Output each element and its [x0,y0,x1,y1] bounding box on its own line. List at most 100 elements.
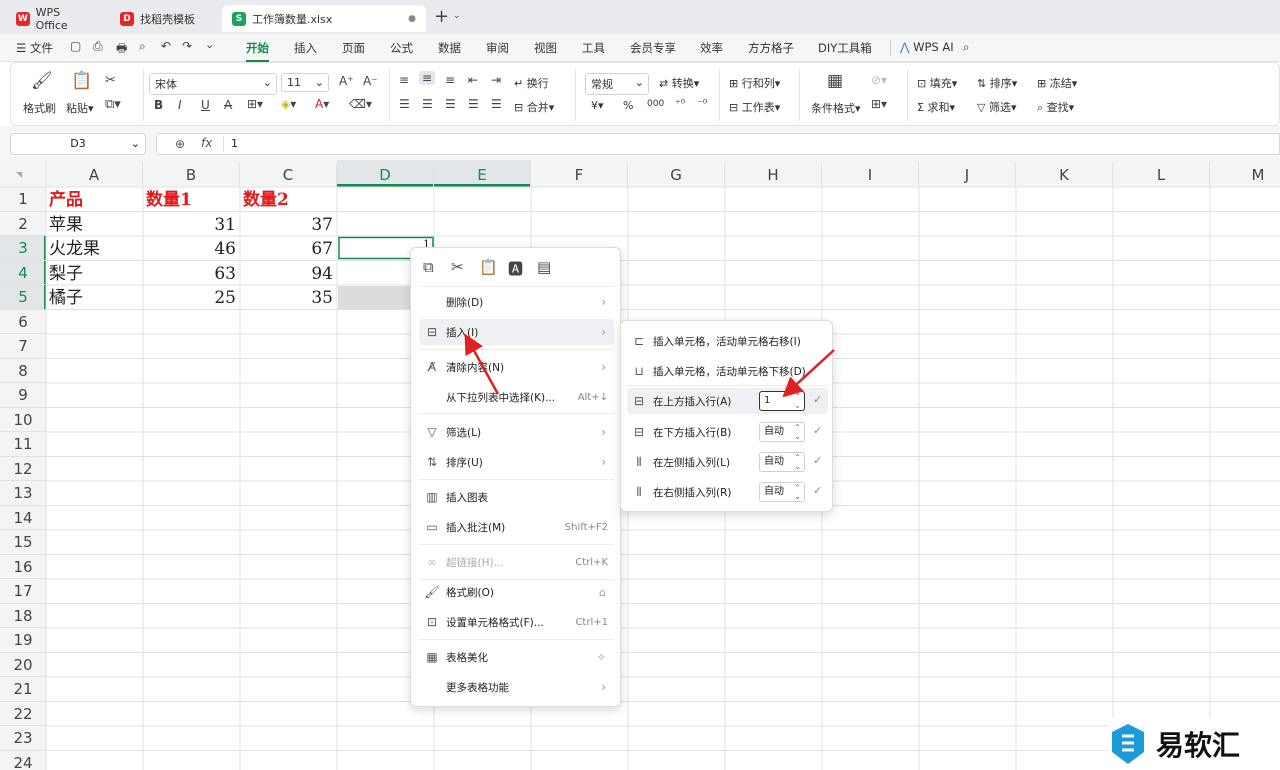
ctx-insert-comment[interactable]: ▭ 插入批注(M) Shift+F2 [419,514,614,540]
cond-format-button[interactable]: 条件格式▾ [811,100,861,116]
freeze-button[interactable]: ⊞ 冻结▾ [1037,75,1077,91]
currency-button[interactable]: ¥▾ [591,99,604,112]
paste-button[interactable]: 粘贴▾ [66,100,94,116]
row-header[interactable]: 13 [0,481,46,506]
convert-button[interactable]: ⇄ 转换▾ [659,75,699,91]
font-color-icon[interactable]: A▾ [315,97,329,111]
menu-item-review[interactable]: 审阅 [486,40,509,56]
cell-style-icon[interactable]: ⊘▾ [871,73,887,87]
row-header[interactable]: 3 [0,236,46,261]
print-preview-icon[interactable]: ⌕ [139,39,146,54]
search-icon[interactable]: ⌕ [963,40,969,55]
tab-workbook[interactable]: S 工作簿数量.xlsx ● [222,5,426,32]
format-painter-big-icon[interactable]: 🖌 [31,71,53,91]
row-header[interactable]: 20 [0,653,46,677]
row-header[interactable]: 4 [0,261,46,285]
percent-button[interactable]: % [623,99,633,112]
format-painter-quick-icon[interactable]: ⌂ [599,586,606,599]
paste-icon[interactable]: 📋 [479,258,498,276]
row-col-button[interactable]: ⊞ 行和列▾ [729,75,780,91]
menu-item-page[interactable]: 页面 [342,40,365,56]
border-icon[interactable]: ⊞▾ [247,97,263,111]
cell-b2[interactable]: 31 [143,212,240,236]
cell-c5[interactable]: 35 [240,285,337,309]
confirm-check-icon[interactable]: ✓ [813,484,822,497]
cell-a1[interactable]: 产品 [49,187,141,211]
col-left-count-input[interactable]: 自动 ⌃ ⌄ [759,452,805,472]
row-header[interactable]: 2 [0,212,46,236]
tab-docer[interactable]: D 找稻壳模板 [110,5,218,32]
menu-item-home[interactable]: 开始 [246,40,269,62]
decimal-decrease-icon[interactable]: ⁻⁰ [697,97,707,110]
justify-icon[interactable]: ☰ [468,97,479,111]
cell-b3[interactable]: 46 [143,236,240,260]
paste-special-icon[interactable]: ▤ [537,258,551,276]
spinner-icon[interactable]: ⌃ ⌄ [794,453,801,471]
formula-input[interactable]: ⊕ fx 1 [156,133,1280,155]
align-middle-icon[interactable]: ≡ [419,71,436,85]
menu-item-data[interactable]: 数据 [438,40,461,56]
spinner-icon[interactable]: ⌃ ⌄ [794,483,801,501]
row-header[interactable]: 7 [0,334,46,359]
cut-icon[interactable]: ✂ [105,73,116,88]
sub-insert-row-below[interactable]: ⊟ 在下方插入行(B) 自动 ⌃ ⌄ ✓ [627,419,828,445]
cell-b5[interactable]: 25 [143,285,240,309]
menu-item-formula[interactable]: 公式 [390,40,413,56]
sub-insert-row-above[interactable]: ⊟ 在上方插入行(A) 1 ⌃ ⌄ ✓ [627,388,828,414]
tab-dropdown-icon[interactable]: ⌄ [453,11,461,21]
find-button[interactable]: ⌕ 查找▾ [1037,99,1074,115]
row-header[interactable]: 12 [0,457,46,481]
sub-insert-cells-down[interactable]: ⊔ 插入单元格，活动单元格下移(D) [627,358,828,384]
ctx-pick-from-list[interactable]: 从下拉列表中选择(K)... Alt+↓ [419,384,614,410]
row-header[interactable]: 24 [0,751,46,770]
menu-item-diy[interactable]: DIY工具箱 [818,40,872,56]
wrap-button[interactable]: ↵ 换行 [514,75,549,91]
bold-icon[interactable]: B [154,98,163,112]
cell-a5[interactable]: 橘子 [49,285,141,309]
align-top-icon[interactable]: ≡ [399,73,409,87]
distributed-icon[interactable]: ☰ [491,97,502,111]
spinner-icon[interactable]: ⌃ ⌄ [794,392,801,410]
column-header-h[interactable]: H [725,163,822,187]
row-header[interactable]: 22 [0,702,46,726]
cell-c1[interactable]: 数量2 [243,187,335,211]
row-header[interactable]: 8 [0,359,46,383]
indent-increase-icon[interactable]: ⇥ [491,73,501,87]
col-right-count-input[interactable]: 自动 ⌃ ⌄ [759,482,805,502]
column-header-a[interactable]: A [46,163,143,187]
redo-icon[interactable]: ↷ [182,39,192,53]
ctx-insert-chart[interactable]: ▥ 插入图表 [419,484,614,510]
column-header-j[interactable]: J [919,163,1016,187]
column-header-m[interactable]: M [1210,163,1280,187]
italic-icon[interactable]: I [178,98,182,112]
ctx-clear[interactable]: A̸ 清除内容(N) › [419,354,614,380]
ctx-more-table[interactable]: 更多表格功能 › [419,674,614,700]
cell-a3[interactable]: 火龙果 [49,236,141,260]
thousands-button[interactable]: 000 [647,99,664,109]
confirm-check-icon[interactable]: ✓ [813,393,822,406]
row-header[interactable]: 9 [0,383,46,408]
row-below-count-input[interactable]: 自动 ⌃ ⌄ [759,422,805,442]
spinner-icon[interactable]: ⌃ ⌄ [794,423,801,441]
sub-insert-cells-right[interactable]: ⊏ 插入单元格，活动单元格右移(I) [627,328,828,354]
print-icon[interactable]: 🖶 [116,39,127,60]
sum-button[interactable]: Σ 求和▾ [917,99,955,115]
merge-button[interactable]: ⊟ 合并▾ [514,99,554,115]
unsaved-dot-icon[interactable]: ● [408,14,416,24]
ctx-delete[interactable]: 删除(D) › [419,289,614,315]
ctx-hyperlink[interactable]: ∞ 超链接(H)... Ctrl+K [419,549,614,575]
menu-item-ffgz[interactable]: 方方格子 [748,40,794,56]
fill-button[interactable]: ⊡ 填充▾ [917,75,957,91]
fill-color-icon[interactable]: ◈▾ [281,97,296,111]
undo-icon[interactable]: ↶ [161,39,171,53]
align-bottom-icon[interactable]: ≡ [445,73,455,87]
font-name-select[interactable]: 宋体 ⌄ [149,73,277,95]
ctx-insert[interactable]: ⊟ 插入(I) › [419,319,614,345]
copy-icon[interactable]: ⧉▾ [105,97,121,112]
confirm-check-icon[interactable]: ✓ [813,454,822,467]
ctx-filter[interactable]: ▽ 筛选(L) › [419,419,614,445]
row-header[interactable]: 19 [0,628,46,653]
conditional-format-icon[interactable]: ▦ [827,71,843,91]
cell-b1[interactable]: 数量1 [146,187,238,211]
column-header-d[interactable]: D [337,163,434,187]
